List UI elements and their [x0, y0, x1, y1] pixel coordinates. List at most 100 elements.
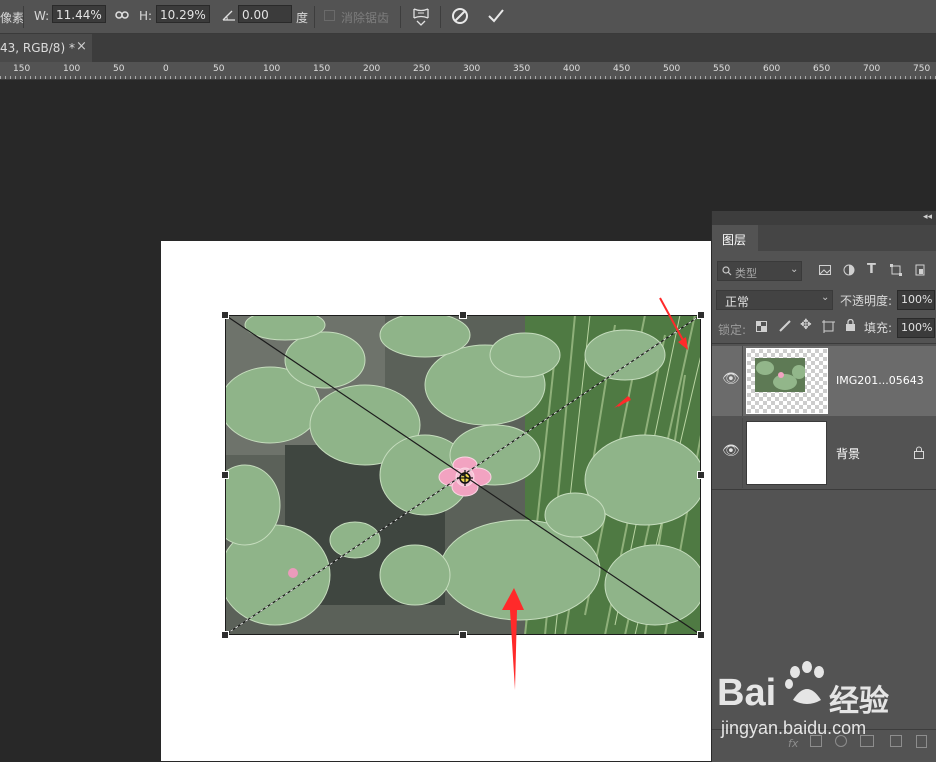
ruler-tick [425, 76, 426, 79]
ruler-tick [120, 76, 121, 79]
ruler-tick [515, 76, 516, 79]
filter-type-icon[interactable]: T [867, 262, 876, 277]
ruler-tick [650, 76, 651, 79]
ruler-tick [805, 76, 806, 79]
ruler-tick [415, 76, 416, 79]
ruler-tick [505, 76, 506, 79]
ruler-tick [345, 76, 346, 79]
ruler-tick [570, 76, 571, 79]
close-icon[interactable]: × [76, 39, 87, 54]
ruler-tick [765, 76, 766, 79]
ruler-tick [930, 76, 931, 79]
ruler-tick [895, 76, 896, 79]
ruler-tick [0, 76, 1, 79]
ruler-tick [615, 76, 616, 79]
ruler-tick [5, 76, 6, 79]
ruler-tick [900, 76, 901, 79]
width-field[interactable]: 11.44% [52, 5, 106, 23]
reference-point-icon[interactable] [457, 470, 473, 486]
layer-name[interactable]: IMG201...05643 [836, 374, 924, 387]
link-icon[interactable] [115, 10, 129, 20]
ruler-tick [225, 76, 226, 79]
ruler-tick [840, 76, 841, 79]
transform-handle-top[interactable] [459, 311, 467, 319]
ruler-tick [915, 76, 916, 79]
ruler-tick [675, 76, 676, 79]
ruler-tick [700, 76, 701, 79]
layer-row-background[interactable]: 👁 背景 [712, 418, 936, 488]
ruler-label: 550 [713, 64, 731, 74]
ruler-tick [670, 76, 671, 79]
options-bar: 像素 W: 11.44% H: 10.29% 0.00 度 消除锯齿 [0, 0, 936, 34]
ruler-tick [690, 76, 691, 79]
antialias-checkbox[interactable] [324, 10, 335, 21]
warp-icon[interactable] [413, 6, 429, 26]
ruler-tick [470, 76, 471, 79]
height-label: H: [139, 9, 153, 23]
ruler-tick [340, 76, 341, 79]
cancel-transform-icon[interactable] [451, 7, 469, 25]
ruler-tick [85, 76, 86, 79]
ruler-tick [560, 76, 561, 79]
divider [314, 6, 315, 28]
ruler-tick [285, 76, 286, 79]
ruler-tick [755, 76, 756, 79]
ruler-label: 150 [313, 64, 331, 74]
blend-mode-select[interactable]: 正常 ⌄ [716, 290, 833, 310]
divider [400, 6, 401, 28]
ruler-tick [190, 76, 191, 79]
ruler-tick [550, 76, 551, 79]
ruler-tick [390, 76, 391, 79]
ruler-tick [155, 76, 156, 79]
ruler-tick [605, 76, 606, 79]
transform-handle-bottom-left[interactable] [221, 631, 229, 639]
ruler-tick [785, 76, 786, 79]
commit-transform-icon[interactable] [487, 7, 505, 25]
horizontal-ruler[interactable]: 150 100 50 0 50 100 150 200 250 300 350 … [0, 62, 936, 80]
lock-pixels-icon[interactable] [779, 320, 791, 332]
opacity-field[interactable]: 100% [897, 290, 935, 310]
visibility-eye-icon[interactable]: 👁 [722, 371, 740, 387]
ruler-tick [235, 76, 236, 79]
lock-all-icon[interactable] [845, 319, 856, 332]
paw-logo [785, 661, 824, 704]
angle-field[interactable]: 0.00 [238, 5, 292, 23]
ruler-tick [130, 76, 131, 79]
transform-handle-top-left[interactable] [221, 311, 229, 319]
filter-image-icon[interactable] [819, 265, 831, 275]
panel-header-strip [712, 211, 936, 225]
transform-handle-left[interactable] [221, 471, 229, 479]
ruler-tick [40, 76, 41, 79]
ruler-tick [590, 76, 591, 79]
ruler-tick [925, 76, 926, 79]
ruler-tick [730, 76, 731, 79]
ruler-tick [640, 76, 641, 79]
filter-adjustment-icon[interactable] [843, 264, 855, 276]
filter-shape-icon[interactable] [890, 264, 902, 276]
ruler-tick [450, 76, 451, 79]
ruler-tick [865, 76, 866, 79]
lock-transparent-icon[interactable] [756, 321, 767, 332]
fill-field[interactable]: 100% [897, 318, 935, 338]
ruler-tick [175, 76, 176, 79]
visibility-eye-icon[interactable]: 👁 [722, 443, 740, 459]
filter-smartobject-icon[interactable] [915, 264, 925, 276]
ruler-tick [365, 76, 366, 79]
ruler-tick [775, 76, 776, 79]
document-tab[interactable]: 43, RGB/8) * × [0, 34, 92, 62]
transform-handle-bottom[interactable] [459, 631, 467, 639]
ruler-tick [405, 76, 406, 79]
ruler-tick [165, 76, 166, 79]
layer-filter-select[interactable]: 类型 ⌄ [717, 261, 802, 281]
layer-row-img[interactable]: 👁 IMG201...05643 [712, 346, 936, 416]
height-field[interactable]: 10.29% [156, 5, 210, 23]
ruler-tick [280, 76, 281, 79]
lock-artboard-icon[interactable] [822, 320, 835, 333]
ruler-tick [275, 76, 276, 79]
lock-position-icon[interactable]: ✥ [800, 317, 812, 333]
ruler-tick [635, 76, 636, 79]
tab-layers[interactable]: 图层 [712, 225, 758, 251]
layer-name[interactable]: 背景 [836, 445, 860, 462]
watermark-brand-suffix: 经验 [829, 684, 889, 719]
collapse-icon[interactable]: ◂◂ [923, 212, 932, 222]
